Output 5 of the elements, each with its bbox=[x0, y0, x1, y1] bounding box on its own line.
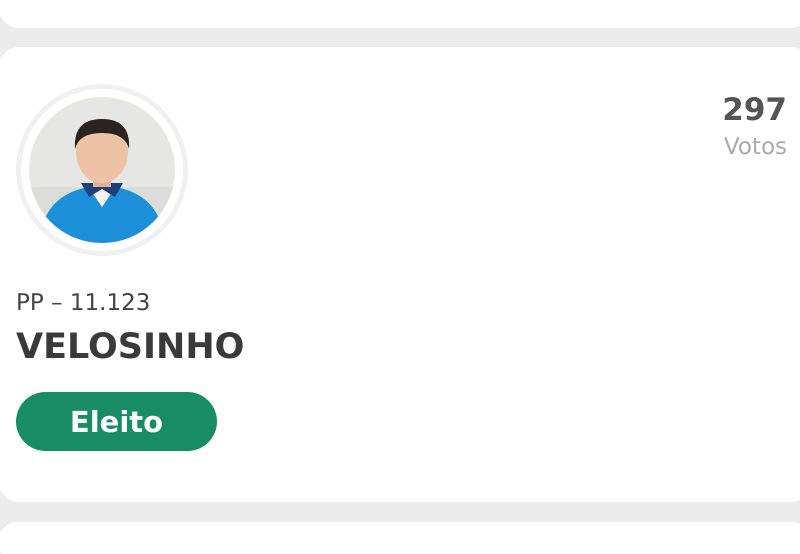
candidate-name: VELOSINHO bbox=[16, 326, 246, 369]
party-number: PP – 11.123 bbox=[16, 289, 152, 318]
votes-label: Votos bbox=[724, 133, 787, 162]
status-badge: Eleito bbox=[16, 392, 217, 451]
vote-count: 297 bbox=[722, 91, 787, 130]
